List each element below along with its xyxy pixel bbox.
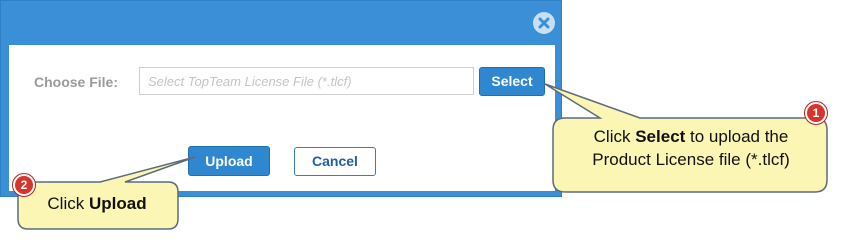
callout-2-prefix: Click: [47, 194, 89, 213]
callout-2-bold: Upload: [88, 194, 147, 213]
callout-1-bold: Select: [635, 127, 686, 146]
callout-1-suffix: to upload the: [685, 127, 789, 146]
callout-2-text: Click Upload: [22, 192, 172, 215]
callout-2-number-badge: 2: [13, 174, 35, 196]
callout-1-line2: Product License file (*.tlcf): [592, 150, 790, 169]
callout-1-text: Click Select to upload the Product Licen…: [558, 125, 824, 171]
callout-1-number-badge: 1: [805, 102, 827, 124]
callout-1-prefix: Click: [593, 127, 636, 146]
